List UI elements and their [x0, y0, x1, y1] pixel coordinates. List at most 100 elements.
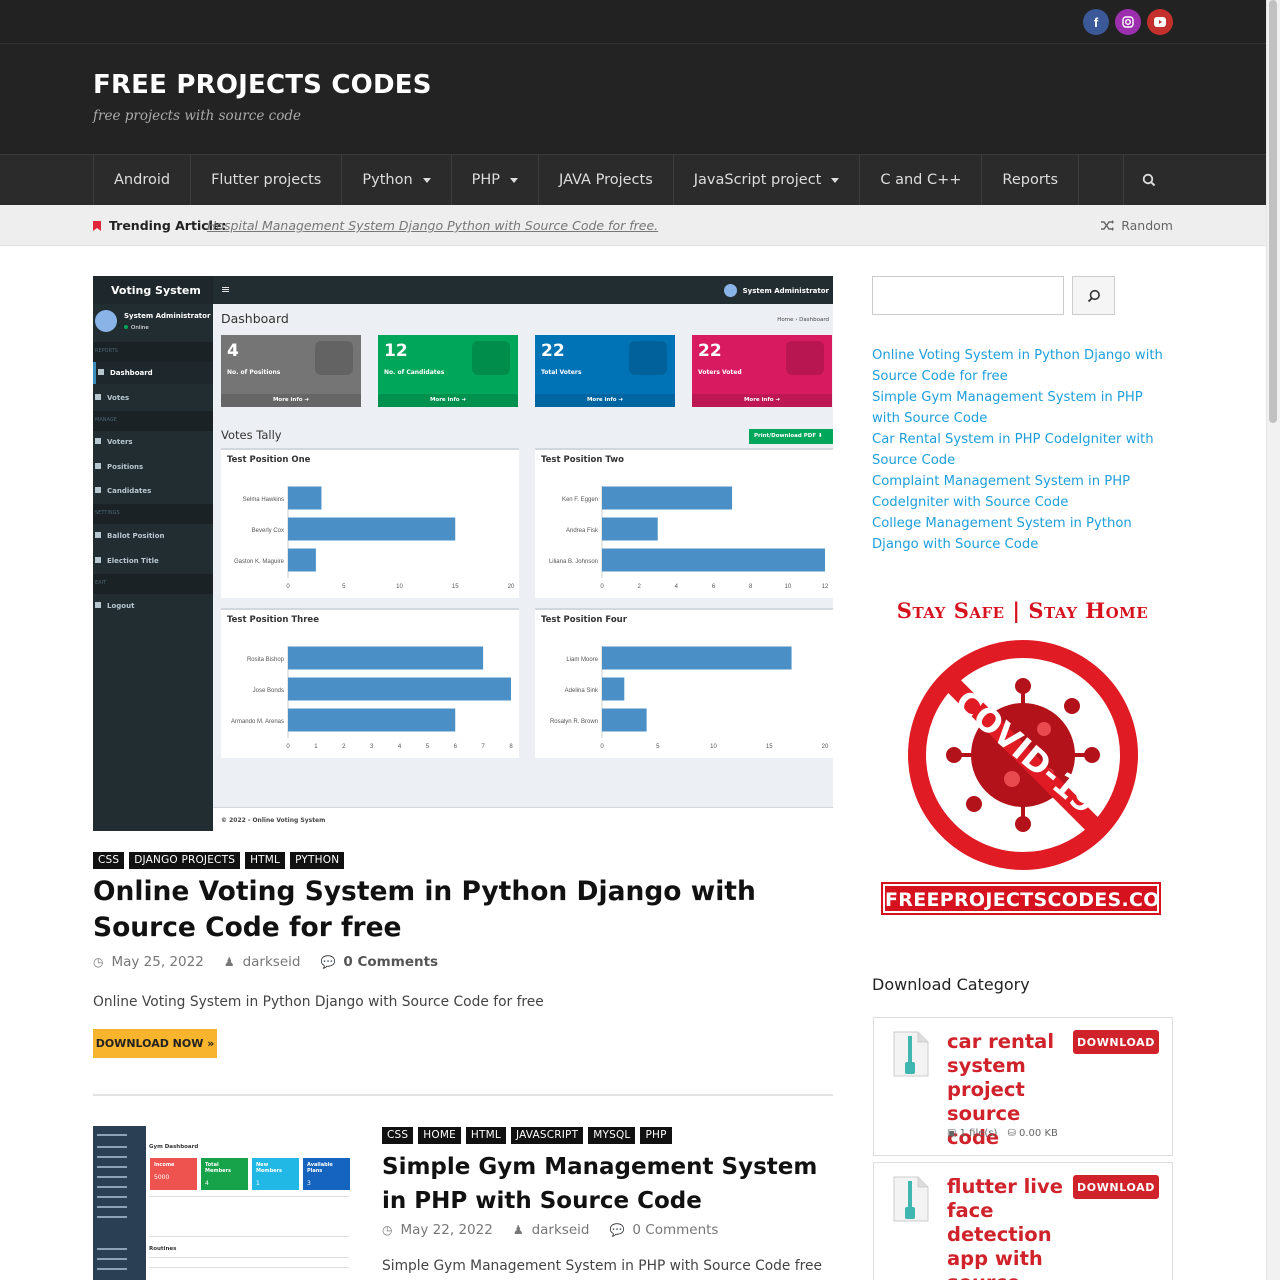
stat-icon — [315, 341, 353, 375]
tag-link[interactable]: CSS — [382, 1127, 414, 1144]
download-name[interactable]: flutter live face detection app with sou… — [947, 1175, 1072, 1280]
featured-image-voting-dashboard[interactable]: Voting System ≡ System Administrator Sys… — [93, 276, 833, 831]
nav-item-python[interactable]: Python — [342, 155, 452, 205]
chart-tick-label: 15 — [452, 584, 459, 590]
chart-bar — [288, 677, 511, 701]
scrollbar[interactable] — [1266, 0, 1280, 1280]
tag-link[interactable]: HOME — [418, 1127, 461, 1144]
clock-icon: ◷ — [93, 955, 104, 969]
recent-post-link[interactable]: Car Rental System in PHP CodeIgniter wit… — [872, 429, 1173, 471]
list-icon — [95, 394, 101, 400]
tag-link[interactable]: MYSQL — [588, 1127, 636, 1144]
screenshot-sidebar: System Administrator Online REPORTS Dash… — [93, 304, 213, 831]
screenshot-user-name: System Administrator — [124, 312, 211, 320]
user-icon: ♟ — [512, 1223, 524, 1237]
random-button[interactable]: Random — [1101, 218, 1173, 233]
tag-link[interactable]: HTML — [245, 852, 286, 869]
chart-bar — [602, 548, 825, 572]
font-icon — [95, 557, 101, 563]
chart-category-label: Jose Bonds — [253, 688, 284, 694]
chart-category-label: Liam Moore — [566, 657, 598, 663]
nav-item-c-cpp[interactable]: C and C++ — [860, 155, 983, 205]
stat-box: 12 No. of Candidates More info ➜ — [378, 335, 518, 407]
tag-link[interactable]: PYTHON — [290, 852, 345, 869]
nav-item-flutter[interactable]: Flutter projects — [191, 155, 343, 205]
screenshot-link: Election Title — [93, 550, 213, 572]
file-icon — [95, 532, 101, 538]
nav-item-php[interactable]: PHP — [452, 155, 540, 205]
instagram-icon[interactable] — [1115, 9, 1141, 35]
social-links: f — [1083, 9, 1173, 35]
post-thumbnail-gym[interactable]: Gym Dashboard Income 5000 Total Members 4 … — [93, 1126, 352, 1280]
nav-item-java[interactable]: JAVA Projects — [539, 155, 674, 205]
tag-link[interactable]: DJANGO PROJECTS — [129, 852, 241, 869]
post-divider — [93, 1094, 833, 1096]
post-date: May 25, 2022 — [111, 954, 204, 970]
nav-search-button[interactable] — [1124, 155, 1173, 205]
scrollbar-thumb[interactable] — [1269, 0, 1277, 423]
tally-panel: Liam Moore Adelina Sink Rosalyn R. Brown 0 5… — [535, 608, 833, 758]
screenshot-section: SETTINGS — [93, 504, 213, 524]
thumb-routines: Routines — [149, 1246, 177, 1252]
chart-tick-label: 0 — [600, 744, 604, 750]
download-button[interactable]: DOWNLOAD — [1073, 1030, 1159, 1054]
chart-tick-label: 10 — [784, 584, 791, 590]
recent-post-link[interactable]: Complaint Management System in PHP CodeI… — [872, 471, 1173, 513]
thumb-stat: Income 5000 — [150, 1158, 197, 1190]
tally-bar-chart: Ken F. Eggen Andrea Fisk Liliana B. Johnso… — [549, 486, 829, 590]
post-title[interactable]: Simple Gym Management System in PHP with… — [382, 1150, 833, 1218]
nav-item-reports[interactable]: Reports — [982, 155, 1080, 205]
chart-category-label: Beverly Cox — [252, 528, 284, 534]
chart-tick-label: 4 — [675, 584, 679, 590]
youtube-icon[interactable] — [1147, 9, 1173, 35]
stat-icon — [629, 341, 667, 375]
tag-link[interactable]: JAVASCRIPT — [510, 1127, 584, 1144]
screenshot-brand: Voting System — [93, 276, 213, 304]
recent-post-link[interactable]: Simple Gym Management System in PHP with… — [872, 387, 1173, 429]
tally-bar-chart: Selma Hawkins Beverly Cox Gaston K. Maguir… — [234, 486, 515, 590]
chart-tick-label: 8 — [749, 584, 753, 590]
site-title[interactable]: FREE PROJECTS CODES — [93, 70, 432, 100]
download-card: car rental system project source code DO… — [873, 1017, 1173, 1156]
covid-no-sign-icon: COVID-19 — [908, 640, 1138, 870]
chart-tick-label: 15 — [766, 744, 773, 750]
thumb-stat: Total Members 4 — [201, 1158, 248, 1190]
tag-link[interactable]: HTML — [465, 1127, 506, 1144]
sidebar-search-button[interactable] — [1072, 276, 1115, 315]
recent-post-link[interactable]: Online Voting System in Python Django wi… — [872, 345, 1173, 387]
comments-icon: 💬 — [609, 1223, 625, 1237]
post-title[interactable]: Online Voting System in Python Django wi… — [93, 874, 833, 946]
download-button[interactable]: DOWNLOAD — [1073, 1175, 1159, 1199]
post-tags: CSS DJANGO PROJECTS HTML PYTHON — [93, 852, 345, 869]
stat-icon — [786, 341, 824, 375]
chart-category-label: Selma Hawkins — [243, 497, 284, 503]
post-author[interactable]: darkseid — [532, 1222, 590, 1238]
screenshot-breadcrumb: Home › Dashboard — [777, 317, 829, 323]
download-now-button[interactable]: DOWNLOAD NOW » — [93, 1029, 217, 1058]
post-comments[interactable]: 0 Comments — [343, 954, 438, 970]
banner-footer: FREEPROJECTSCODES.COM — [881, 882, 1179, 915]
post-comments[interactable]: 0 Comments — [632, 1222, 718, 1238]
tag-link[interactable]: PHP — [640, 1127, 672, 1144]
screenshot-link: Votes — [93, 387, 213, 409]
thumb-stat: Available Plans 3 — [303, 1158, 350, 1190]
tasks-icon — [95, 463, 101, 469]
post-author[interactable]: darkseid — [243, 954, 301, 970]
tally-bar-chart: Liam Moore Adelina Sink Rosalyn R. Brown 0 5… — [550, 646, 829, 750]
chart-category-label: Rosalyn R. Brown — [550, 719, 598, 725]
screenshot-section: MANAGE — [93, 411, 213, 431]
nav-item-android[interactable]: Android — [94, 155, 192, 205]
recent-post-link[interactable]: College Management System in Python Djan… — [872, 513, 1173, 555]
chart-bar — [602, 486, 733, 510]
chart-bar — [288, 517, 456, 541]
avatar — [95, 310, 117, 332]
post-excerpt: Simple Gym Management System in PHP with… — [382, 1258, 822, 1274]
trending-link[interactable]: Hospital Management System Django Python… — [207, 218, 658, 233]
bookmark-icon — [93, 221, 101, 231]
sidebar-search-input[interactable] — [872, 276, 1064, 315]
nav-item-javascript[interactable]: JavaScript project — [674, 155, 861, 205]
chart-tick-label: 2 — [342, 744, 346, 750]
tag-link[interactable]: CSS — [93, 852, 125, 869]
facebook-icon[interactable]: f — [1083, 9, 1109, 35]
stat-box: 4 No. of Positions More info ➜ — [221, 335, 361, 407]
